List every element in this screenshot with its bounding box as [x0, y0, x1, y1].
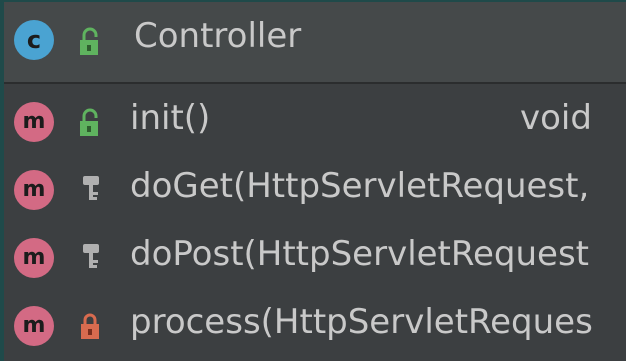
- member-row[interactable]: m doPost(HttpServletRequest: [4, 226, 626, 294]
- public-lock-icon: [80, 27, 98, 55]
- class-header[interactable]: c Controller: [4, 2, 626, 84]
- method-badge-icon: m: [14, 238, 54, 278]
- method-badge-icon: m: [14, 102, 54, 142]
- member-row[interactable]: m process(HttpServletReques: [4, 294, 626, 361]
- method-badge-icon: m: [14, 306, 54, 346]
- class-title: Controller: [134, 16, 302, 56]
- member-row[interactable]: m doGet(HttpServletRequest,: [4, 158, 626, 226]
- member-name: init(): [130, 98, 211, 138]
- private-lock-icon: [81, 313, 99, 339]
- member-name: doGet(HttpServletRequest,: [130, 166, 590, 206]
- member-name: process(HttpServletReques: [130, 302, 593, 342]
- member-type: void: [520, 98, 592, 138]
- public-lock-icon: [80, 108, 98, 136]
- member-row[interactable]: m init() void: [4, 90, 626, 158]
- protected-key-icon: [83, 244, 99, 268]
- class-structure-panel: c Controller m init() void m doGet(HttpS…: [4, 2, 626, 361]
- method-badge-icon: m: [14, 170, 54, 210]
- protected-key-icon: [83, 176, 99, 200]
- class-badge-icon: c: [14, 20, 54, 60]
- member-name: doPost(HttpServletRequest: [130, 234, 589, 274]
